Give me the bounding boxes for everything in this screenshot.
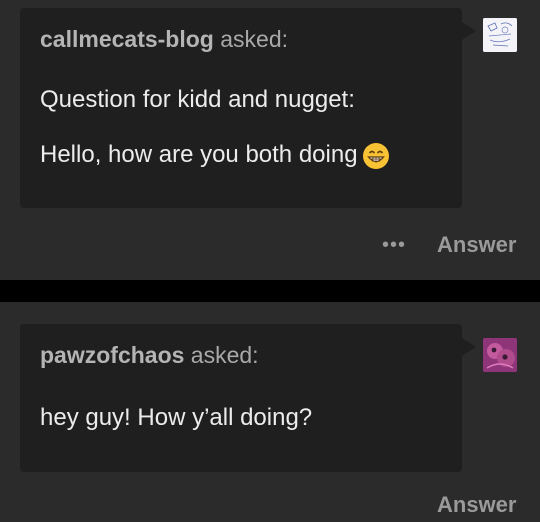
- question-bubble: callmecats-blog asked: Question for kidd…: [20, 8, 476, 208]
- more-options-button[interactable]: •••: [382, 234, 406, 257]
- asker-name-link[interactable]: callmecats-blog: [40, 26, 214, 52]
- avatar-art-icon: [483, 338, 517, 372]
- ask-post-card: callmecats-blog asked: Question for kidd…: [0, 0, 540, 280]
- answer-button[interactable]: Answer: [437, 492, 516, 518]
- ask-post-card: pawzofchaos asked: hey guy! How y’all do…: [0, 302, 540, 522]
- asker-avatar[interactable]: [483, 338, 517, 372]
- question-text-line: Question for kidd and nugget:: [40, 86, 355, 113]
- question-text-line: hey guy! How y’all doing?: [40, 404, 313, 431]
- asked-label: asked:: [184, 342, 259, 368]
- question-text: Hello, how are you both doing: [40, 141, 358, 168]
- grinning-face-emoji-icon: [362, 142, 389, 169]
- question-bubble: pawzofchaos asked: hey guy! How y’all do…: [20, 324, 476, 472]
- asker-line: pawzofchaos asked:: [40, 342, 259, 369]
- asker-avatar[interactable]: [483, 18, 517, 52]
- asker-name-link[interactable]: pawzofchaos: [40, 342, 184, 368]
- asked-label: asked:: [213, 26, 288, 52]
- avatar-sketch-icon: [483, 18, 517, 52]
- answer-button[interactable]: Answer: [437, 232, 516, 258]
- asker-line: callmecats-blog asked:: [40, 26, 288, 53]
- question-text-line-with-emoji: Hello, how are you both doing: [40, 141, 390, 170]
